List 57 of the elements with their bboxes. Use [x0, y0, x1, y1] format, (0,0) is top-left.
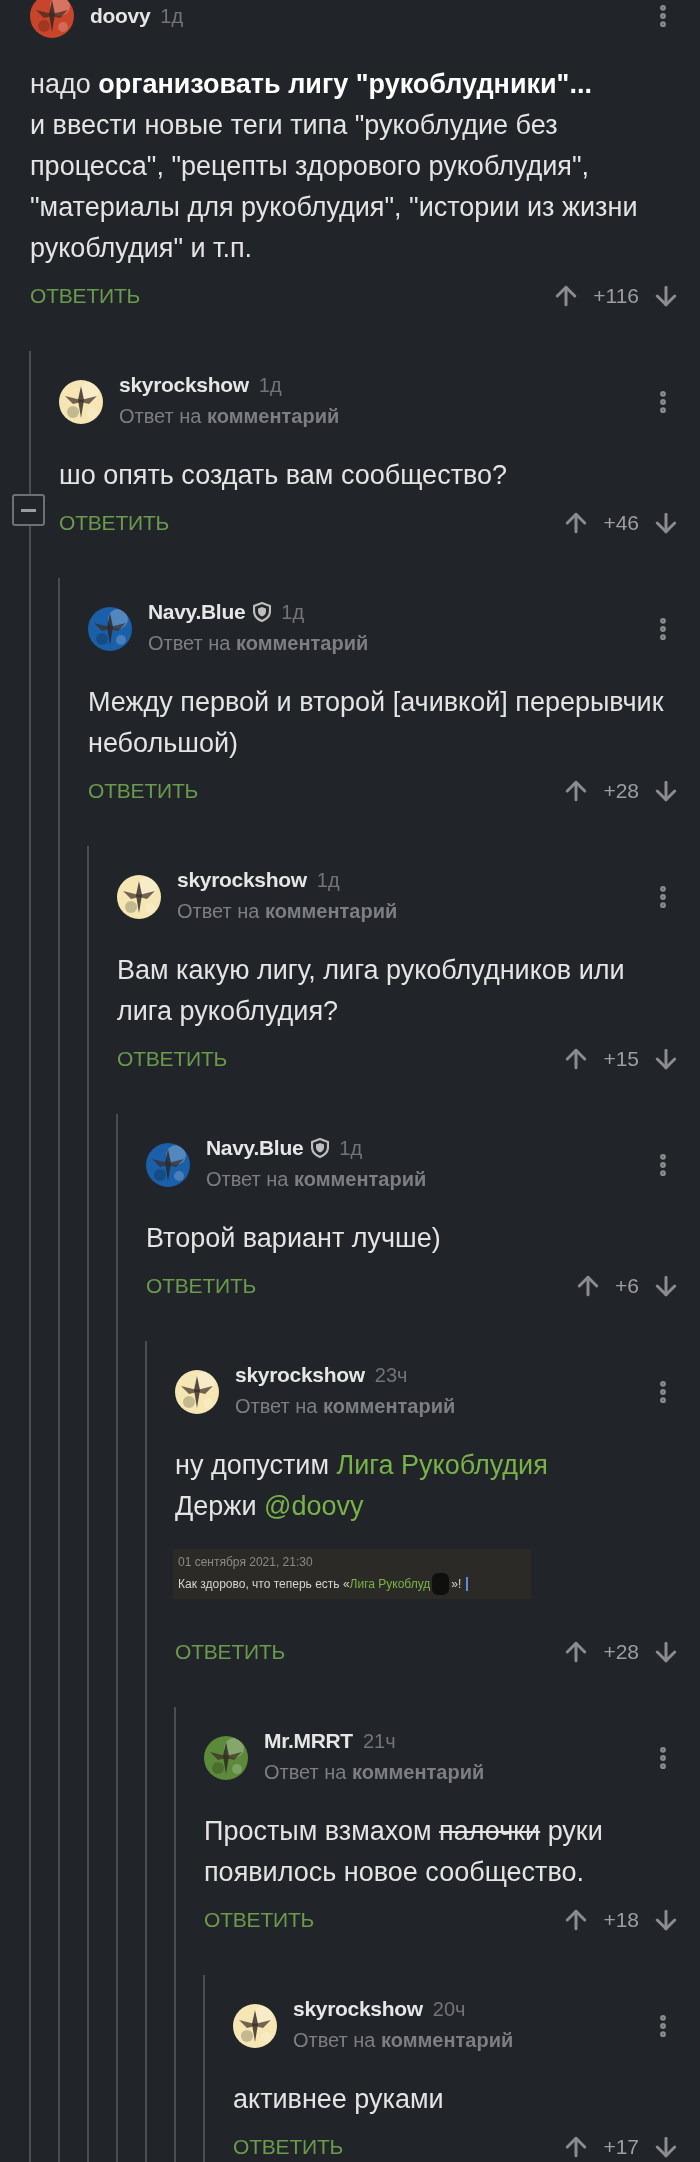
comment-text: Простым взмахом палочки руки появилось новое сообщество.	[204, 1815, 604, 1889]
score: +17	[603, 2134, 639, 2161]
comment-text: и ввести новые теги типа "рукоблудие без процесса", "рецепты здорового рукоблудия", "материалы для рукоблудия", "истории из жизни рукоблудия" и т.п.	[30, 109, 639, 265]
timestamp: 20ч	[432, 1997, 466, 2022]
reply-to-text: Ответ на комментарий	[235, 1394, 456, 1419]
reply-button[interactable]: ОТВЕТИТЬ	[146, 1270, 257, 1302]
score: +28	[603, 778, 639, 805]
message-text: Как здорово, что теперь есть «	[178, 1576, 350, 1593]
timestamp: 1д	[258, 373, 282, 398]
reply-to-text: Ответ на комментарий	[177, 899, 398, 924]
score: +46	[603, 510, 639, 537]
reply-button[interactable]: ОТВЕТИТЬ	[204, 1904, 315, 1936]
comment-text: Вам какую лигу, лига рукоблудников или лига рукоблудия?	[117, 954, 626, 1028]
score: +18	[603, 1907, 639, 1934]
score: +116	[593, 283, 639, 310]
timestamp: 1д	[339, 1136, 363, 1161]
username[interactable]: Navy.Blue	[206, 1132, 304, 1164]
date: 01 сентября 2021, 21:30	[178, 1554, 314, 1571]
reply-to-text: Ответ на комментарий	[293, 2028, 514, 2053]
comment-text: надо организовать лигу "рукоблудники"...	[30, 68, 593, 101]
username[interactable]: skyrockshow	[119, 369, 249, 401]
score: +15	[603, 1046, 639, 1073]
score: +28	[603, 1639, 639, 1666]
username[interactable]: doovy	[90, 0, 151, 32]
username[interactable]: Navy.Blue	[148, 596, 246, 628]
comment-text: активнее руками	[233, 2083, 445, 2116]
reply-to-text: Ответ на комментарий	[148, 631, 369, 656]
username[interactable]: skyrockshow	[235, 1359, 365, 1391]
reply-button[interactable]: ОТВЕТИТЬ	[30, 280, 141, 312]
timestamp: 21ч	[362, 1729, 396, 1754]
timestamp: 1д	[160, 4, 184, 29]
reply-button[interactable]: ОТВЕТИТЬ	[233, 2131, 344, 2162]
timestamp: 23ч	[374, 1363, 408, 1388]
reply-button[interactable]: ОТВЕТИТЬ	[117, 1043, 228, 1075]
username[interactable]: Mr.MRRT	[264, 1725, 353, 1757]
score: +6	[615, 1273, 639, 1300]
link[interactable]: @doovy	[263, 1491, 364, 1521]
username[interactable]: skyrockshow	[293, 1993, 423, 2025]
message-text: »!	[451, 1576, 462, 1593]
reply-button[interactable]: ОТВЕТИТЬ	[59, 507, 170, 539]
comment-text: ну допустим Лига Рукоблудия	[175, 1449, 549, 1482]
reply-button[interactable]: ОТВЕТИТЬ	[175, 1636, 286, 1668]
comment-text: шо опять создать вам сообщество?	[59, 459, 509, 492]
timestamp: 1д	[316, 868, 340, 893]
link[interactable]: Лига Рукоблудия	[336, 1450, 548, 1480]
collapse-button[interactable]	[12, 494, 45, 526]
reply-to-text: Ответ на комментарий	[264, 1760, 485, 1785]
reply-button[interactable]: ОТВЕТИТЬ	[88, 775, 199, 807]
username[interactable]: skyrockshow	[177, 864, 307, 896]
text-cursor	[466, 1577, 469, 1591]
comment-text: Между первой и второй [ачивкой] перерывчик небольшой)	[88, 686, 665, 760]
timestamp: 1д	[281, 600, 305, 625]
scroll-thumb	[432, 1573, 450, 1595]
reply-to-text: Ответ на комментарий	[119, 404, 340, 429]
comment-text: Держи @doovy	[175, 1490, 365, 1523]
comment-text: Второй вариант лучше)	[146, 1222, 442, 1255]
reply-to-text: Ответ на комментарий	[206, 1167, 427, 1192]
